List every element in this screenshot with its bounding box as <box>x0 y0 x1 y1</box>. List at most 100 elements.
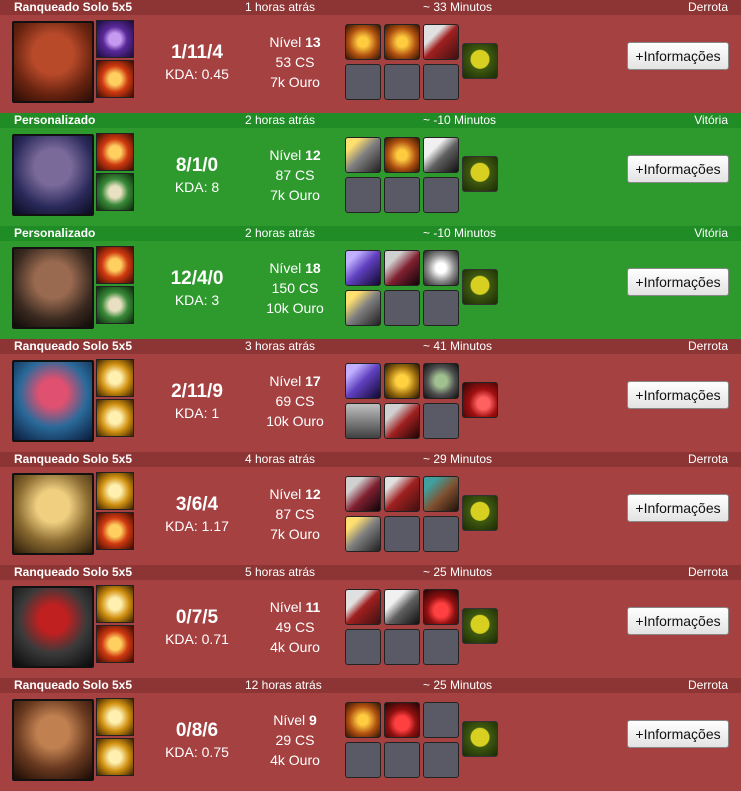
empty-item-slot-icon <box>384 516 420 552</box>
summoner-spell-icon <box>96 173 134 211</box>
duration: ~ -10 Minutos <box>423 226 497 240</box>
item-icon <box>384 476 420 512</box>
champion-level: Nível 12 <box>269 486 321 502</box>
match-row: Ranqueado Solo 5x5 4 horas atrás ~ 29 Mi… <box>0 452 741 565</box>
empty-item-slot-icon <box>384 290 420 326</box>
trinket-icon <box>462 43 498 79</box>
match-result: Derrota <box>687 0 728 14</box>
item-icon <box>345 702 381 738</box>
more-info-button[interactable]: +Informações <box>627 155 729 183</box>
time-ago: 2 horas atrás <box>245 113 316 127</box>
item-icon <box>345 24 381 60</box>
kda-ratio: KDA: 0.45 <box>165 66 229 82</box>
trinket-icon <box>462 495 498 531</box>
empty-item-slot-icon <box>384 64 420 100</box>
trinket-icon <box>462 608 498 644</box>
game-mode: Ranqueado Solo 5x5 <box>14 452 133 466</box>
trinket-icon <box>462 382 498 418</box>
match-row: Ranqueado Solo 5x5 5 horas atrás ~ 25 Mi… <box>0 565 741 678</box>
item-icon <box>384 589 420 625</box>
summoner-spell-icon <box>96 60 134 98</box>
match-header: Personalizado 2 horas atrás ~ -10 Minuto… <box>0 113 741 128</box>
summoner-spell-icon <box>96 585 134 623</box>
match-result: Vitória <box>694 226 728 240</box>
summoner-spell-icon <box>96 472 134 510</box>
champion-portrait <box>12 699 94 781</box>
item-icon <box>384 363 420 399</box>
match-row: Ranqueado Solo 5x5 1 horas atrás ~ 33 Mi… <box>0 0 741 113</box>
empty-item-slot-icon <box>345 742 381 778</box>
gold-earned: 7k Ouro <box>270 187 320 203</box>
match-header: Ranqueado Solo 5x5 1 horas atrás ~ 33 Mi… <box>0 0 741 15</box>
duration: ~ 25 Minutos <box>423 565 493 579</box>
gold-earned: 10k Ouro <box>266 300 324 316</box>
champion-portrait <box>12 247 94 329</box>
creep-score: 69 CS <box>275 393 315 409</box>
item-icon <box>345 250 381 286</box>
more-info-button[interactable]: +Informações <box>627 494 729 522</box>
champion-level: Nível 13 <box>269 34 321 50</box>
item-icon <box>384 250 420 286</box>
empty-item-slot-icon <box>423 742 459 778</box>
champion-level: Nível 12 <box>269 147 321 163</box>
kill-death-assist: 0/8/6 <box>175 720 219 741</box>
empty-item-slot-icon <box>384 177 420 213</box>
kda-ratio: KDA: 1.17 <box>165 518 229 534</box>
match-row: Personalizado 2 horas atrás ~ -10 Minuto… <box>0 113 741 226</box>
match-header: Ranqueado Solo 5x5 4 horas atrás ~ 29 Mi… <box>0 452 741 467</box>
kill-death-assist: 12/4/0 <box>170 268 224 289</box>
time-ago: 5 horas atrás <box>245 565 316 579</box>
summoner-spell-icon <box>96 512 134 550</box>
duration: ~ -10 Minutos <box>423 113 497 127</box>
empty-item-slot-icon <box>384 629 420 665</box>
gold-earned: 7k Ouro <box>270 74 320 90</box>
kill-death-assist: 8/1/0 <box>175 155 219 176</box>
item-icon <box>345 137 381 173</box>
champion-portrait <box>12 586 94 668</box>
trinket-icon <box>462 156 498 192</box>
item-icon <box>345 363 381 399</box>
summoner-spell-icon <box>96 20 134 58</box>
champion-level: Nível 11 <box>269 599 321 615</box>
champion-portrait <box>12 21 94 103</box>
champion-portrait <box>12 360 94 442</box>
trinket-icon <box>462 269 498 305</box>
more-info-button[interactable]: +Informações <box>627 268 729 296</box>
more-info-button[interactable]: +Informações <box>627 381 729 409</box>
match-header: Ranqueado Solo 5x5 12 horas atrás ~ 25 M… <box>0 678 741 693</box>
game-mode: Ranqueado Solo 5x5 <box>14 339 133 353</box>
item-icon <box>345 516 381 552</box>
empty-item-slot-icon <box>384 742 420 778</box>
champion-portrait <box>12 134 94 216</box>
time-ago: 1 horas atrás <box>245 0 316 14</box>
time-ago: 12 horas atrás <box>245 678 322 692</box>
time-ago: 4 horas atrás <box>245 452 316 466</box>
creep-score: 87 CS <box>275 167 315 183</box>
creep-score: 49 CS <box>275 619 315 635</box>
summoner-spell-icon <box>96 738 134 776</box>
game-mode: Personalizado <box>14 113 96 127</box>
summoner-spell-icon <box>96 246 134 284</box>
item-icon <box>384 24 420 60</box>
gold-earned: 4k Ouro <box>270 752 320 768</box>
more-info-button[interactable]: +Informações <box>627 607 729 635</box>
match-row: Ranqueado Solo 5x5 12 horas atrás ~ 25 M… <box>0 678 741 791</box>
item-icon <box>423 476 459 512</box>
creep-score: 29 CS <box>275 732 315 748</box>
creep-score: 150 CS <box>271 280 319 296</box>
summoner-spell-icon <box>96 625 134 663</box>
more-info-button[interactable]: +Informações <box>627 42 729 70</box>
item-icon <box>384 403 420 439</box>
item-icon <box>345 290 381 326</box>
match-result: Derrota <box>687 565 728 579</box>
more-info-button[interactable]: +Informações <box>627 720 729 748</box>
kda-ratio: KDA: 0.75 <box>165 744 229 760</box>
summoner-spell-icon <box>96 399 134 437</box>
summoner-spell-icon <box>96 286 134 324</box>
summoner-spell-icon <box>96 698 134 736</box>
match-result: Derrota <box>687 452 728 466</box>
game-mode: Ranqueado Solo 5x5 <box>14 678 133 692</box>
match-result: Derrota <box>687 678 728 692</box>
gold-earned: 10k Ouro <box>266 413 324 429</box>
empty-item-slot-icon <box>345 629 381 665</box>
